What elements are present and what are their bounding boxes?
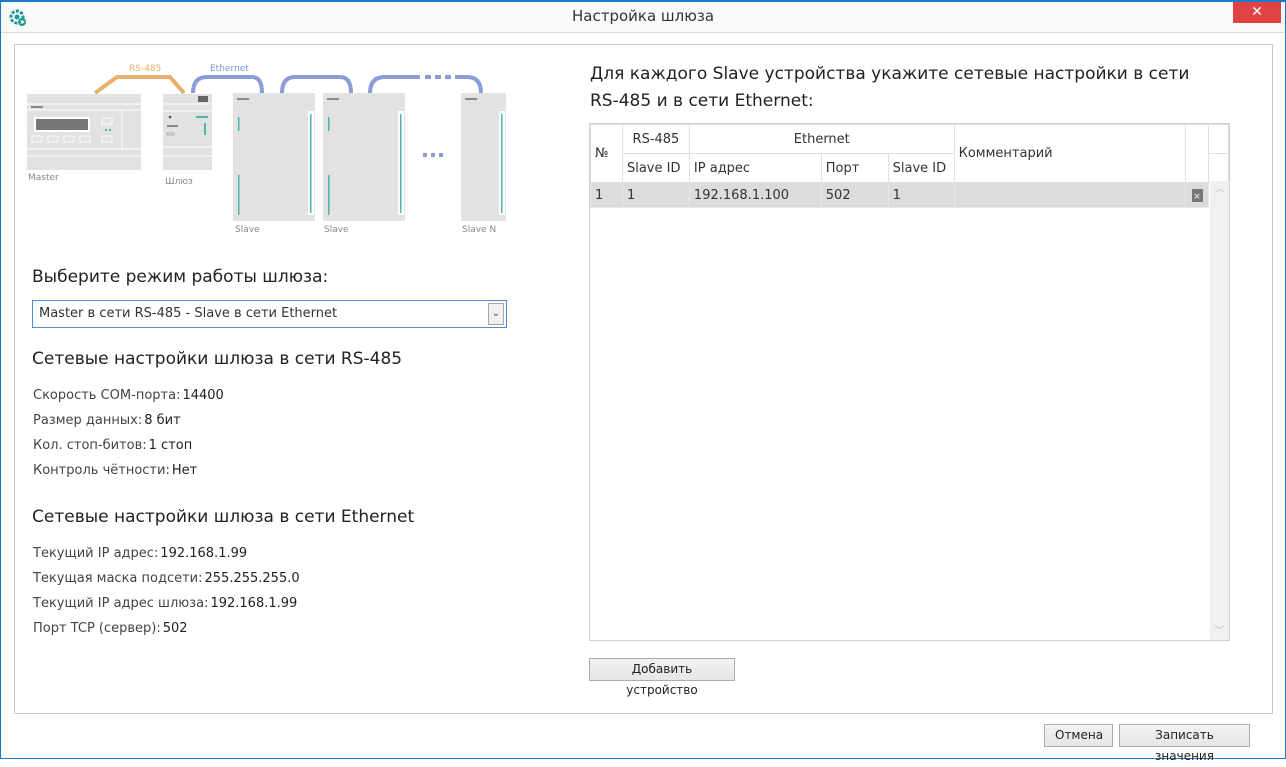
col-header-port[interactable]: Порт <box>820 153 889 183</box>
eth-port-row: Порт TCP (сервер): 502 <box>33 621 188 636</box>
trash-icon: × <box>1191 188 1203 202</box>
ethernet-cable-3 <box>368 75 420 94</box>
master-label: Master <box>28 173 59 183</box>
master-device <box>27 94 141 170</box>
gateway-settings-window: Настройка шлюза ✕ RS-485 Ethernet Master… <box>0 0 1286 763</box>
gateway-device <box>163 94 212 170</box>
eth-ip-row: Текущий IP адрес: 192.168.1.99 <box>33 546 247 561</box>
col-header-actions <box>1185 124 1209 183</box>
write-values-button[interactable]: Записать значения <box>1119 724 1250 763</box>
col-group-ethernet: Ethernet <box>688 124 955 154</box>
rs485-baud-row: Скорость COM-порта: 14400 <box>33 388 224 403</box>
topology-diagram: RS-485 Ethernet Master Шлюз Slave Slave … <box>27 59 527 244</box>
cell-port[interactable]: 502 <box>820 182 889 208</box>
eth-port-value: 502 <box>162 621 188 636</box>
rs485-baud-label: Скорость COM-порта: <box>33 388 181 403</box>
cell-ip[interactable]: 192.168.1.100 <box>688 182 822 208</box>
table-header-top: № RS-485 Ethernet Комментарий <box>590 124 1229 183</box>
main-panel: RS-485 Ethernet Master Шлюз Slave Slave … <box>14 44 1273 714</box>
rs485-baud-value: 14400 <box>182 388 224 403</box>
eth-gateway-row: Текущий IP адрес шлюза: 192.168.1.99 <box>33 596 297 611</box>
rs485-parity-value: Нет <box>171 463 198 478</box>
col-header-spacer-2 <box>1208 153 1229 183</box>
col-header-eth-slave-id[interactable]: Slave ID <box>887 153 955 183</box>
ethernet-heading: Сетевые настройки шлюза в сети Ethernet <box>32 507 415 527</box>
slave-label-2: Slave <box>324 225 349 235</box>
slave-device-n <box>461 93 506 221</box>
eth-ip-value: 192.168.1.99 <box>160 546 248 561</box>
mode-select[interactable]: Master в сети RS-485 - Slave в сети Ethe… <box>32 300 507 328</box>
col-header-ip[interactable]: IP адрес <box>688 153 822 183</box>
col-group-rs485: RS-485 <box>621 124 690 154</box>
eth-gateway-label: Текущий IP адрес шлюза: <box>33 596 209 611</box>
eth-mask-label: Текущая маска подсети: <box>33 571 203 586</box>
slaves-table: № RS-485 Ethernet Комментарий Slave ID I… <box>590 124 1229 208</box>
cancel-button[interactable]: Отмена <box>1044 724 1113 747</box>
close-button[interactable]: ✕ <box>1233 2 1281 23</box>
rs485-stopbits-label: Кол. стоп-битов: <box>33 438 147 453</box>
rs485-cable <box>93 75 186 95</box>
delete-row-button[interactable]: × <box>1185 182 1209 208</box>
rs485-heading: Сетевые настройки шлюза в сети RS-485 <box>32 349 403 369</box>
rs485-parity-label: Контроль чётности: <box>33 463 170 478</box>
eth-mask-row: Текущая маска подсети: 255.255.255.0 <box>33 571 300 586</box>
ethernet-cable-1 <box>191 75 264 94</box>
chevron-down-icon[interactable]: ⌄ <box>488 303 504 325</box>
ethernet-cable-2 <box>280 75 353 94</box>
table-row[interactable]: 1 1 192.168.1.100 502 1 × <box>590 182 1229 208</box>
window-title: Настройка шлюза <box>571 7 715 25</box>
mode-select-value: Master в сети RS-485 - Slave в сети Ethe… <box>39 306 338 321</box>
cell-num: 1 <box>590 182 623 208</box>
eth-port-label: Порт TCP (сервер): <box>33 621 161 636</box>
title-bar: Настройка шлюза ✕ <box>1 2 1285 33</box>
scroll-down-icon[interactable]: ﹀ <box>1210 623 1229 640</box>
rs485-databits-label: Размер данных: <box>33 413 143 428</box>
rs485-parity-row: Контроль чётности: Нет <box>33 463 197 478</box>
rs485-cable-label: RS-485 <box>129 64 162 74</box>
rs485-databits-row: Размер данных: 8 бит <box>33 413 181 428</box>
scroll-up-icon[interactable]: ︿ <box>1210 181 1229 198</box>
cell-rs-slave-id[interactable]: 1 <box>621 182 690 208</box>
rs485-stopbits-value: 1 стоп <box>148 438 193 453</box>
col-header-rs-slave-id[interactable]: Slave ID <box>621 153 690 183</box>
slaves-grid: № RS-485 Ethernet Комментарий Slave ID I… <box>589 123 1230 641</box>
slave-label-n: Slave N <box>462 225 497 235</box>
slave-label-1: Slave <box>235 225 260 235</box>
col-header-comment[interactable]: Комментарий <box>953 124 1187 183</box>
eth-gateway-value: 192.168.1.99 <box>210 596 298 611</box>
rs485-databits-value: 8 бит <box>144 413 181 428</box>
eth-ip-label: Текущий IP адрес: <box>33 546 159 561</box>
gateway-label: Шлюз <box>165 177 193 187</box>
add-device-button[interactable]: Добавить устройство <box>589 658 735 697</box>
ellipsis-dots <box>423 153 443 157</box>
slaves-heading: Для каждого Slave устройства укажите сет… <box>590 64 1190 111</box>
topology-illustration <box>27 75 506 221</box>
vertical-scrollbar[interactable]: ︿ ﹀ <box>1210 181 1229 640</box>
ethernet-cable-label: Ethernet <box>210 64 249 74</box>
cell-comment[interactable] <box>953 182 1187 208</box>
eth-mask-value: 255.255.255.0 <box>204 571 300 586</box>
rs485-stopbits-row: Кол. стоп-битов: 1 стоп <box>33 438 192 453</box>
mode-heading: Выберите режим работы шлюза: <box>32 267 329 287</box>
col-header-spacer <box>1208 124 1229 154</box>
slave-device-2 <box>323 93 405 221</box>
slave-device-1 <box>233 93 315 221</box>
col-header-num[interactable]: № <box>590 124 623 183</box>
cell-eth-slave-id[interactable]: 1 <box>887 182 955 208</box>
